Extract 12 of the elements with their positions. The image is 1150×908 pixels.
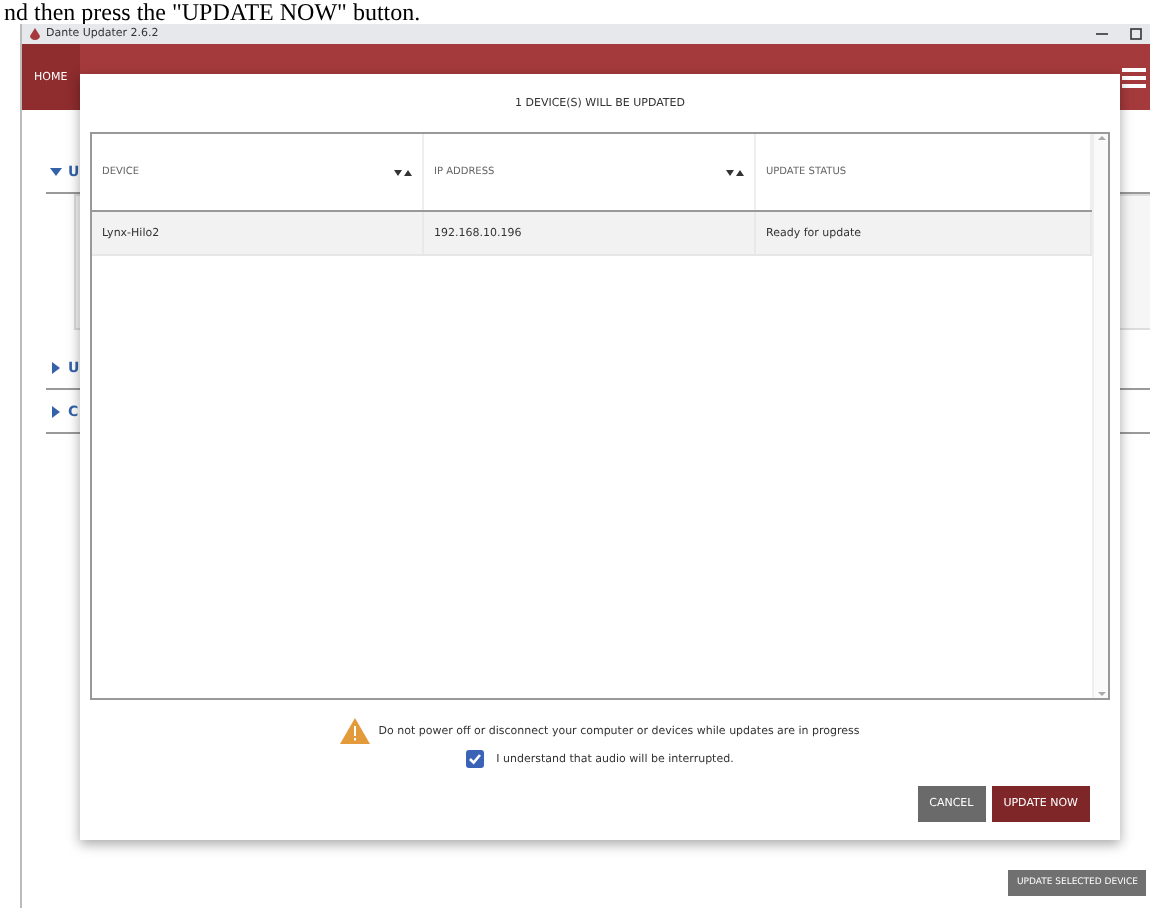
maximize-icon[interactable] [1130, 28, 1142, 40]
caret-icon[interactable] [50, 405, 62, 417]
caption-text: nd then press the "UPDATE NOW" button. [2, 0, 423, 24]
minimize-icon[interactable] [1096, 28, 1108, 40]
warning-icon [340, 718, 371, 744]
caret-icon[interactable] [50, 361, 62, 373]
sort-icon[interactable] [394, 167, 412, 177]
caret-icon[interactable] [50, 165, 62, 177]
sort-icon[interactable] [726, 167, 744, 177]
app-logo-icon [30, 28, 40, 40]
acknowledge-checkbox[interactable] [466, 750, 485, 768]
menu-icon[interactable] [1122, 65, 1146, 89]
